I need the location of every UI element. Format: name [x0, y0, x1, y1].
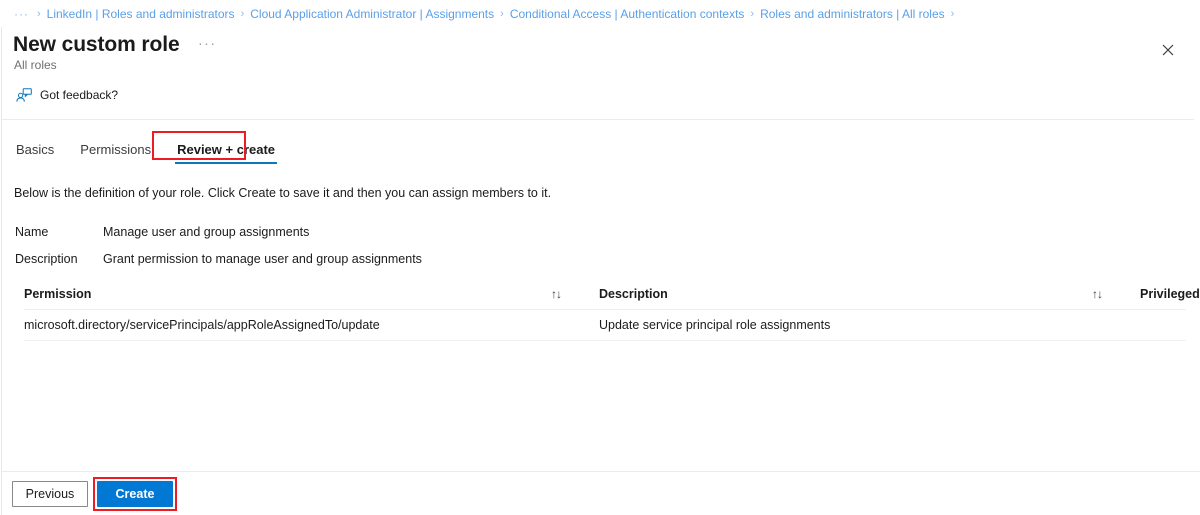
breadcrumb-separator: ›	[37, 7, 41, 20]
blade-new-custom-role: ··· › LinkedIn | Roles and administrator…	[0, 0, 1200, 515]
page-title: New custom role	[13, 33, 180, 56]
command-bar: Got feedback?	[0, 80, 1200, 110]
cell-permission: microsoft.directory/servicePrincipals/ap…	[24, 318, 380, 332]
column-header-description[interactable]: Description	[599, 287, 1092, 301]
breadcrumb-separator: ›	[750, 7, 755, 20]
breadcrumb-overflow-button[interactable]: ···	[14, 7, 29, 21]
tab-review-create[interactable]: Review + create	[175, 140, 277, 164]
intro-text: Below is the definition of your role. Cl…	[14, 186, 552, 200]
create-button[interactable]: Create	[97, 480, 173, 507]
field-row-description: Description Grant permission to manage u…	[0, 252, 1200, 266]
column-header-privileged[interactable]: Privileged	[1140, 287, 1200, 301]
field-label-description: Description	[15, 252, 78, 266]
role-summary-fields: Name Manage user and group assignments D…	[0, 225, 1200, 266]
field-value-name: Manage user and group assignments	[103, 225, 310, 239]
breadcrumb-item-linkedin-roles[interactable]: LinkedIn | Roles and administrators	[47, 7, 235, 21]
blade-header: New custom role ··· All roles	[0, 27, 1200, 75]
table-header-row: Permission ↑↓ Description ↑↓ Privileged …	[24, 279, 1200, 310]
tab-permissions[interactable]: Permissions	[78, 140, 153, 164]
table-row[interactable]: microsoft.directory/servicePrincipals/ap…	[24, 310, 1186, 341]
breadcrumb-item-conditional-access[interactable]: Conditional Access | Authentication cont…	[510, 7, 745, 21]
sort-icon-permission[interactable]: ↑↓	[551, 287, 562, 301]
breadcrumb-separator: ›	[500, 7, 504, 20]
close-icon	[1162, 44, 1174, 56]
command-bar-divider	[2, 119, 1194, 120]
previous-button[interactable]: Previous	[12, 480, 88, 507]
wizard-tabs: Basics Permissions Review + create	[0, 134, 1200, 164]
got-feedback-button[interactable]: Got feedback?	[14, 84, 124, 107]
breadcrumb: ··· › LinkedIn | Roles and administrator…	[0, 0, 1200, 27]
wizard-footer: Previous Create	[0, 472, 1200, 515]
column-header-permission[interactable]: Permission	[24, 287, 551, 301]
tab-basics[interactable]: Basics	[14, 140, 56, 164]
page-subtitle: All roles	[14, 58, 57, 72]
feedback-person-icon	[16, 87, 32, 102]
breadcrumb-item-cloud-app-administrator[interactable]: Cloud Application Administrator | Assign…	[250, 7, 494, 21]
more-options-button[interactable]: ···	[198, 35, 217, 51]
breadcrumb-separator-trailing: ›	[950, 7, 955, 20]
breadcrumb-separator: ›	[240, 7, 245, 20]
blade-left-edge	[1, 27, 2, 515]
sort-icon-description[interactable]: ↑↓	[1092, 287, 1103, 301]
got-feedback-label: Got feedback?	[40, 88, 119, 102]
field-value-description: Grant permission to manage user and grou…	[103, 252, 422, 266]
field-label-name: Name	[15, 225, 49, 239]
close-button[interactable]	[1152, 34, 1184, 66]
create-button-wrapper: Create	[93, 476, 177, 511]
permissions-table: Permission ↑↓ Description ↑↓ Privileged …	[24, 279, 1200, 341]
cell-description: Update service principal role assignment…	[599, 318, 831, 332]
field-row-name: Name Manage user and group assignments	[0, 225, 1200, 239]
breadcrumb-item-roles-and-administrators[interactable]: Roles and administrators | All roles	[760, 7, 945, 21]
